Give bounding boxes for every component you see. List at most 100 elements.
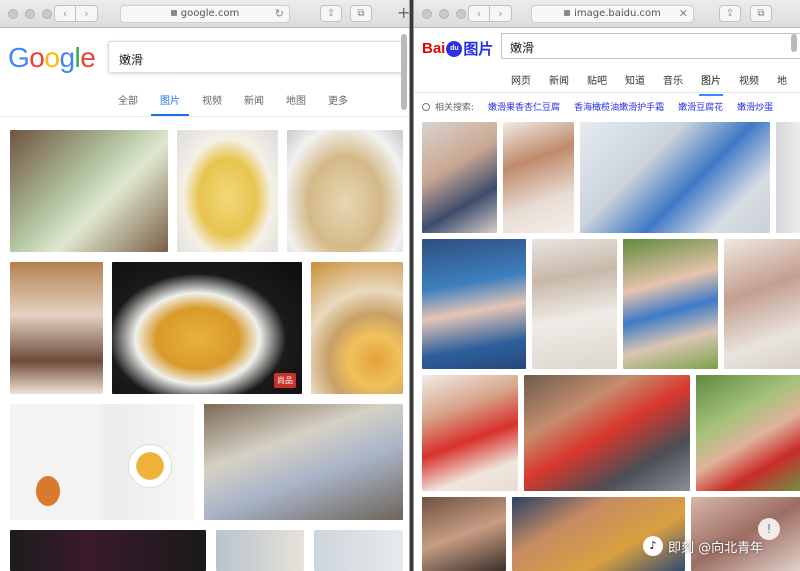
baidu-tab[interactable]: 图片 [699, 72, 723, 96]
google-search-input[interactable]: 嫩滑 [108, 41, 406, 73]
divider [414, 92, 800, 93]
zoom-window-button[interactable] [42, 9, 52, 19]
tabs-overview-button[interactable]: ⧉ [350, 5, 372, 22]
baidu-tab[interactable]: 地 [777, 72, 787, 93]
image-result[interactable] [512, 497, 685, 571]
related-label: 相关搜索: [435, 103, 475, 113]
google-logo[interactable]: Google [8, 42, 96, 74]
image-badge: 尚品 [274, 373, 296, 388]
image-result[interactable] [216, 530, 304, 571]
related-search-link[interactable]: 嫩滑豆腐花 [678, 100, 723, 113]
image-result[interactable] [580, 122, 770, 233]
scrollbar[interactable] [401, 34, 407, 110]
image-result[interactable] [422, 497, 506, 571]
google-logo-letter: o [44, 42, 60, 73]
window-controls [422, 9, 466, 19]
baidu-paw-icon: du [446, 40, 463, 57]
baidu-browser-window: ‹ › image.baidu.com ✕ ⇪ ⧉ Bai du 图片 嫩滑 网… [413, 0, 800, 571]
baidu-logo-bai: Bai [422, 40, 446, 57]
google-logo-letter: o [29, 42, 45, 73]
forward-button[interactable]: › [76, 5, 98, 22]
minimize-window-button[interactable] [25, 9, 35, 19]
image-result[interactable] [10, 404, 194, 520]
image-result[interactable] [422, 239, 526, 369]
baidu-search-tabs: 网页 新闻 贴吧 知道 音乐 图片 视频地 [511, 72, 787, 96]
google-logo-letter: g [59, 42, 75, 73]
related-list: 嫩滑果香杏仁豆腐 香海橄榄油嫩滑护手霜 嫩滑豆腐花 嫩滑炒蛋 [474, 100, 773, 113]
image-result[interactable] [422, 122, 497, 233]
bowl-shape [128, 444, 172, 488]
watermark-text: 即刻 @向北青年 [668, 540, 764, 556]
history-nav: ‹ › [54, 5, 98, 22]
close-window-button[interactable] [422, 9, 432, 19]
image-result[interactable] [10, 130, 168, 252]
minimize-window-button[interactable] [439, 9, 449, 19]
zoom-window-button[interactable] [456, 9, 466, 19]
image-result[interactable] [724, 239, 800, 369]
google-tab[interactable]: 地图 [286, 92, 306, 116]
image-result[interactable]: 尚品 [112, 262, 302, 394]
image-result[interactable] [314, 530, 403, 571]
image-result[interactable] [422, 375, 518, 491]
browser-toolbar: ‹ › image.baidu.com ✕ ⇪ ⧉ [414, 0, 800, 28]
address-bar[interactable]: image.baidu.com ✕ [531, 5, 694, 23]
google-browser-window: ‹ › google.com ↻ ⇪ ⧉ + Google 嫩滑 全部 图片 视频新… [0, 0, 410, 571]
image-result[interactable] [524, 375, 690, 491]
back-button[interactable]: ‹ [54, 5, 76, 22]
related-search-link[interactable]: 嫩滑炒蛋 [737, 100, 773, 113]
image-result[interactable] [311, 262, 403, 394]
browser-toolbar: ‹ › google.com ↻ ⇪ ⧉ + [0, 0, 409, 28]
image-result[interactable] [287, 130, 403, 252]
image-result[interactable] [10, 262, 103, 394]
reload-icon[interactable]: ↻ [275, 6, 284, 22]
baidu-search-input[interactable]: 嫩滑 [501, 33, 800, 59]
close-icon[interactable]: ✕ [679, 6, 688, 22]
google-logo-letter: e [80, 42, 96, 73]
image-result[interactable] [532, 239, 617, 369]
google-tab[interactable]: 图片 [151, 92, 189, 116]
baidu-tab[interactable]: 贴吧 [587, 72, 607, 93]
related-searches: 相关搜索: 嫩滑果香杏仁豆腐 香海橄榄油嫩滑护手霜 嫩滑豆腐花 嫩滑炒蛋 [422, 100, 773, 113]
close-window-button[interactable] [8, 9, 18, 19]
google-tab[interactable]: 视频 [202, 92, 222, 116]
baidu-tab[interactable]: 音乐 [663, 72, 683, 93]
baidu-tab[interactable]: 新闻 [549, 72, 569, 93]
google-tab[interactable]: 更多 [328, 92, 348, 116]
google-logo-text: Google [8, 42, 96, 73]
lock-icon [170, 10, 177, 16]
new-tab-button[interactable]: + [397, 3, 409, 22]
image-result[interactable] [776, 122, 800, 233]
google-search-tabs: 全部 图片 视频 新闻 地图 更多 [118, 92, 348, 116]
share-button[interactable]: ⇪ [719, 5, 741, 22]
google-logo-letter: G [8, 42, 30, 73]
forward-button[interactable]: › [490, 5, 512, 22]
baidu-tab[interactable]: 网页 [511, 72, 531, 93]
baidu-tab[interactable]: 视频 [739, 72, 759, 93]
related-search-link[interactable]: 嫩滑果香杏仁豆腐 [488, 100, 560, 113]
egg-shape [36, 476, 60, 506]
image-result[interactable] [10, 530, 206, 571]
google-tab[interactable]: 全部 [118, 92, 138, 116]
image-result[interactable] [696, 375, 800, 491]
tabs-overview-button[interactable]: ⧉ [750, 5, 772, 22]
history-nav: ‹ › [468, 5, 512, 22]
address-bar[interactable]: google.com ↻ [120, 5, 290, 23]
scrollbar[interactable] [791, 34, 797, 52]
image-result[interactable] [177, 130, 278, 252]
divider [0, 116, 409, 117]
share-button[interactable]: ⇪ [320, 5, 342, 22]
window-controls [8, 9, 52, 19]
jike-logo-icon: ♪ [643, 536, 663, 556]
back-button[interactable]: ‹ [468, 5, 490, 22]
address-url: google.com [180, 8, 240, 19]
baidu-tab[interactable]: 知道 [625, 72, 645, 93]
google-tab[interactable]: 新闻 [244, 92, 264, 116]
image-result[interactable] [623, 239, 718, 369]
image-result[interactable] [204, 404, 403, 520]
related-search-link[interactable]: 香海橄榄油嫩滑护手霜 [574, 100, 664, 113]
lock-icon [564, 10, 571, 16]
image-result[interactable] [691, 497, 800, 571]
baidu-logo[interactable]: Bai du 图片 [422, 38, 493, 59]
search-icon [422, 102, 430, 111]
image-result[interactable] [503, 122, 574, 233]
